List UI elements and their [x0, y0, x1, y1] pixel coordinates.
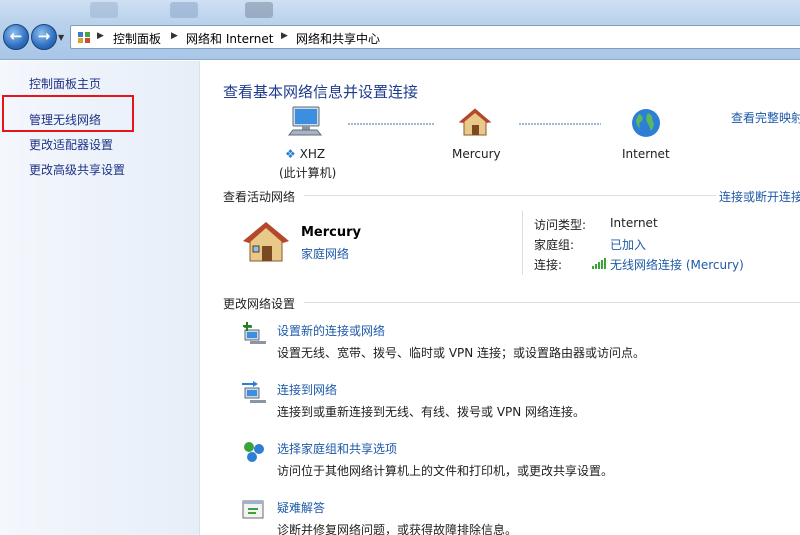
network-node-icon: ❖	[285, 147, 296, 161]
wifi-signal-icon	[592, 258, 606, 269]
sidebar-item-control-panel-home[interactable]: 控制面板主页	[29, 75, 101, 92]
task-link-connect-network[interactable]: 连接到网络	[277, 381, 337, 398]
sidebar-item-adapter-settings[interactable]: 更改适配器设置	[29, 136, 113, 153]
forward-arrow-icon: →	[37, 27, 51, 45]
connect-disconnect-link[interactable]: 连接或断开连接	[719, 188, 800, 205]
task-desc-homegroup: 访问位于其他网络计算机上的文件和打印机，或更改共享设置。	[277, 464, 614, 478]
router-label: Mercury	[452, 147, 501, 161]
breadcrumb-sharing-center[interactable]: 网络和共享中心	[296, 30, 380, 47]
page-title: 查看基本网络信息并设置连接	[223, 83, 419, 101]
divider	[304, 302, 800, 303]
task-link-troubleshoot[interactable]: 疑难解答	[277, 499, 325, 516]
divider	[522, 211, 523, 275]
breadcrumb-separator-icon[interactable]: ▶	[171, 31, 178, 41]
task-desc-troubleshoot: 诊断并修复网络问题，或获得故障排除信息。	[277, 523, 518, 535]
house-icon[interactable]	[458, 107, 492, 137]
computer-name-label: ❖ XHZ	[285, 147, 325, 161]
breadcrumb-control-panel[interactable]: 控制面板	[113, 30, 161, 47]
computer-icon[interactable]	[287, 105, 323, 139]
new-connection-icon	[243, 322, 266, 344]
back-arrow-icon: ←	[9, 27, 23, 45]
task-link-homegroup[interactable]: 选择家庭组和共享选项	[277, 440, 397, 457]
troubleshoot-icon	[242, 500, 264, 519]
computer-sub-label: (此计算机)	[279, 166, 337, 180]
sidebar-item-advanced-sharing[interactable]: 更改高级共享设置	[29, 161, 125, 178]
sidebar: 控制面板主页 管理无线网络 更改适配器设置 更改高级共享设置	[0, 61, 200, 535]
full-map-link[interactable]: 查看完整映射	[731, 109, 800, 126]
thumbnail	[170, 2, 198, 18]
breadcrumb-separator-icon[interactable]: ▶	[281, 31, 288, 41]
divider	[304, 195, 716, 196]
access-type-label: 访问类型:	[534, 218, 587, 232]
control-panel-icon	[78, 32, 90, 43]
task-desc-new-connection: 设置无线、宽带、拨号、临时或 VPN 连接；或设置路由器或访问点。	[277, 346, 646, 360]
connection-line	[348, 123, 434, 125]
wireless-connection-link[interactable]: 无线网络连接 (Mercury)	[610, 256, 744, 273]
globe-icon[interactable]	[630, 107, 662, 139]
connection-line	[519, 123, 601, 125]
connect-network-icon	[242, 381, 266, 403]
thumbnail	[245, 2, 273, 18]
computer-name: XHZ	[299, 147, 326, 161]
highlight-box	[2, 95, 134, 132]
homegroup-icon	[244, 442, 264, 462]
address-bar[interactable]: ▶ 控制面板 ▶ 网络和 Internet ▶ 网络和共享中心	[70, 25, 800, 49]
thumbnail	[90, 2, 118, 18]
change-settings-heading: 更改网络设置	[223, 297, 296, 311]
internet-label: Internet	[622, 147, 670, 161]
window-toolbar: ← → ▼ ▶ 控制面板 ▶ 网络和 Internet ▶ 网络和共享中心	[0, 0, 800, 60]
active-network-heading: 查看活动网络	[223, 190, 296, 204]
homegroup-link[interactable]: 已加入	[610, 236, 646, 253]
breadcrumb-network-internet[interactable]: 网络和 Internet	[186, 30, 273, 47]
task-link-new-connection[interactable]: 设置新的连接或网络	[277, 322, 385, 339]
recent-pages-chevron-down-icon[interactable]: ▼	[58, 33, 64, 42]
connection-label: 连接:	[534, 258, 563, 272]
forward-button[interactable]: →	[31, 24, 57, 50]
task-desc-connect-network: 连接到或重新连接到无线、有线、拨号或 VPN 网络连接。	[277, 405, 586, 419]
network-type-link[interactable]: 家庭网络	[301, 245, 349, 262]
back-button[interactable]: ←	[3, 24, 29, 50]
access-type-value: Internet	[610, 216, 658, 230]
homegroup-label: 家庭组:	[534, 238, 575, 252]
main-content: 查看基本网络信息并设置连接 查看完整映射 ❖ XHZ (此计算机) Mercur…	[201, 61, 800, 535]
active-network-name: Mercury	[301, 225, 362, 240]
breadcrumb-separator-icon: ▶	[97, 31, 104, 41]
house-icon	[243, 222, 289, 262]
